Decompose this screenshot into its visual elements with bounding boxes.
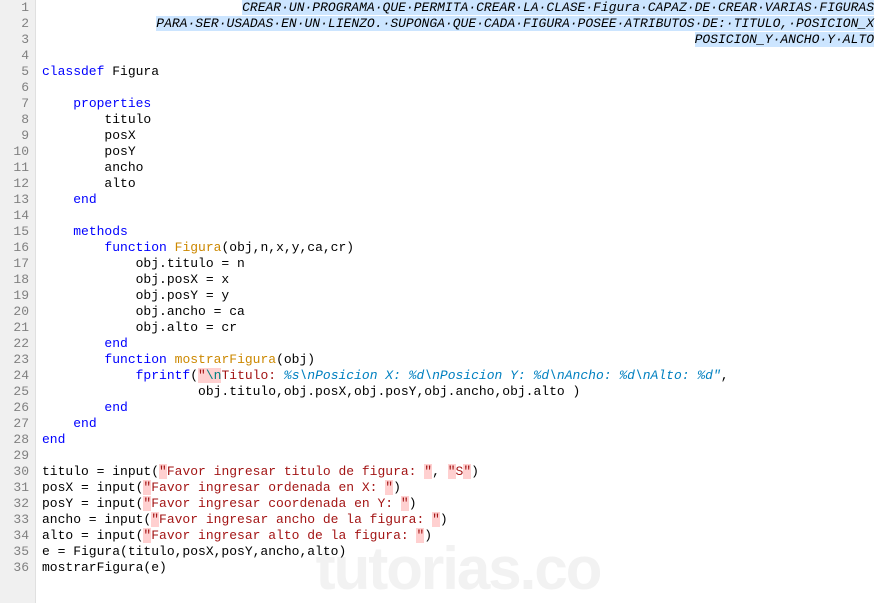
code-line[interactable]: alto = input("Favor ingresar alto de la … bbox=[42, 528, 880, 544]
line-number: 25 bbox=[0, 384, 29, 400]
line-number: 19 bbox=[0, 288, 29, 304]
line-number: 35 bbox=[0, 544, 29, 560]
code-line[interactable]: obj.posY = y bbox=[42, 288, 880, 304]
code-line[interactable]: end bbox=[42, 192, 880, 208]
line-number: 28 bbox=[0, 432, 29, 448]
line-number: 30 bbox=[0, 464, 29, 480]
line-number: 32 bbox=[0, 496, 29, 512]
highlighted-comment: PARA·SER·USADAS·EN·UN·LIENZO.·SUPONGA·QU… bbox=[156, 16, 874, 31]
code-line[interactable]: end bbox=[42, 416, 880, 432]
code-line[interactable]: posY bbox=[42, 144, 880, 160]
line-number: 6 bbox=[0, 80, 29, 96]
code-line[interactable]: ancho bbox=[42, 160, 880, 176]
line-number: 7 bbox=[0, 96, 29, 112]
highlighted-comment: POSICION_Y·ANCHO·Y·ALTO bbox=[695, 32, 874, 47]
line-number: 24 bbox=[0, 368, 29, 384]
code-area[interactable]: tutorias.co CREAR·UN·PROGRAMA·QUE·PERMIT… bbox=[36, 0, 880, 603]
line-number: 31 bbox=[0, 480, 29, 496]
line-number: 18 bbox=[0, 272, 29, 288]
line-number: 26 bbox=[0, 400, 29, 416]
line-number: 8 bbox=[0, 112, 29, 128]
line-number: 21 bbox=[0, 320, 29, 336]
code-line[interactable]: posX = input("Favor ingresar ordenada en… bbox=[42, 480, 880, 496]
line-number: 34 bbox=[0, 528, 29, 544]
code-line[interactable]: end bbox=[42, 432, 880, 448]
code-line[interactable]: posY = input("Favor ingresar coordenada … bbox=[42, 496, 880, 512]
code-line[interactable] bbox=[42, 80, 880, 96]
code-line[interactable]: titulo bbox=[42, 112, 880, 128]
code-line[interactable]: fprintf("\nTitulo: %s\nPosicion X: %d\nP… bbox=[42, 368, 880, 384]
code-line[interactable] bbox=[42, 448, 880, 464]
line-number: 27 bbox=[0, 416, 29, 432]
highlighted-comment: CREAR·UN·PROGRAMA·QUE·PERMITA·CREAR·LA·C… bbox=[242, 0, 874, 15]
code-line[interactable] bbox=[42, 48, 880, 64]
line-number: 5 bbox=[0, 64, 29, 80]
line-number: 17 bbox=[0, 256, 29, 272]
line-number: 36 bbox=[0, 560, 29, 576]
line-number: 23 bbox=[0, 352, 29, 368]
line-number: 29 bbox=[0, 448, 29, 464]
code-line[interactable]: end bbox=[42, 400, 880, 416]
code-line[interactable]: mostrarFigura(e) bbox=[42, 560, 880, 576]
code-line[interactable]: e = Figura(titulo,posX,posY,ancho,alto) bbox=[42, 544, 880, 560]
code-line[interactable]: titulo = input("Favor ingresar titulo de… bbox=[42, 464, 880, 480]
code-line[interactable]: obj.alto = cr bbox=[42, 320, 880, 336]
line-number: 12 bbox=[0, 176, 29, 192]
code-line[interactable]: POSICION_Y·ANCHO·Y·ALTO bbox=[42, 32, 880, 48]
code-line[interactable]: function mostrarFigura(obj) bbox=[42, 352, 880, 368]
code-line[interactable]: function Figura(obj,n,x,y,ca,cr) bbox=[42, 240, 880, 256]
code-line[interactable]: obj.posX = x bbox=[42, 272, 880, 288]
line-number: 20 bbox=[0, 304, 29, 320]
line-number: 15 bbox=[0, 224, 29, 240]
code-line[interactable]: obj.titulo = n bbox=[42, 256, 880, 272]
line-number: 14 bbox=[0, 208, 29, 224]
code-line[interactable]: methods bbox=[42, 224, 880, 240]
line-number: 33 bbox=[0, 512, 29, 528]
code-editor: 1234567891011121314151617181920212223242… bbox=[0, 0, 880, 603]
code-line[interactable]: alto bbox=[42, 176, 880, 192]
line-number: 16 bbox=[0, 240, 29, 256]
line-number: 22 bbox=[0, 336, 29, 352]
code-line[interactable]: CREAR·UN·PROGRAMA·QUE·PERMITA·CREAR·LA·C… bbox=[42, 0, 880, 16]
code-line[interactable]: end bbox=[42, 336, 880, 352]
line-number: 10 bbox=[0, 144, 29, 160]
line-number: 11 bbox=[0, 160, 29, 176]
code-line[interactable] bbox=[42, 208, 880, 224]
line-number: 9 bbox=[0, 128, 29, 144]
line-number-gutter: 1234567891011121314151617181920212223242… bbox=[0, 0, 36, 603]
line-number: 4 bbox=[0, 48, 29, 64]
line-number: 1 bbox=[0, 0, 29, 16]
code-line[interactable]: PARA·SER·USADAS·EN·UN·LIENZO.·SUPONGA·QU… bbox=[42, 16, 880, 32]
line-number: 3 bbox=[0, 32, 29, 48]
line-number: 2 bbox=[0, 16, 29, 32]
code-line[interactable]: properties bbox=[42, 96, 880, 112]
code-line[interactable]: classdef Figura bbox=[42, 64, 880, 80]
code-line[interactable]: obj.ancho = ca bbox=[42, 304, 880, 320]
line-number: 13 bbox=[0, 192, 29, 208]
code-line[interactable]: posX bbox=[42, 128, 880, 144]
code-line[interactable]: obj.titulo,obj.posX,obj.posY,obj.ancho,o… bbox=[42, 384, 880, 400]
code-line[interactable]: ancho = input("Favor ingresar ancho de l… bbox=[42, 512, 880, 528]
